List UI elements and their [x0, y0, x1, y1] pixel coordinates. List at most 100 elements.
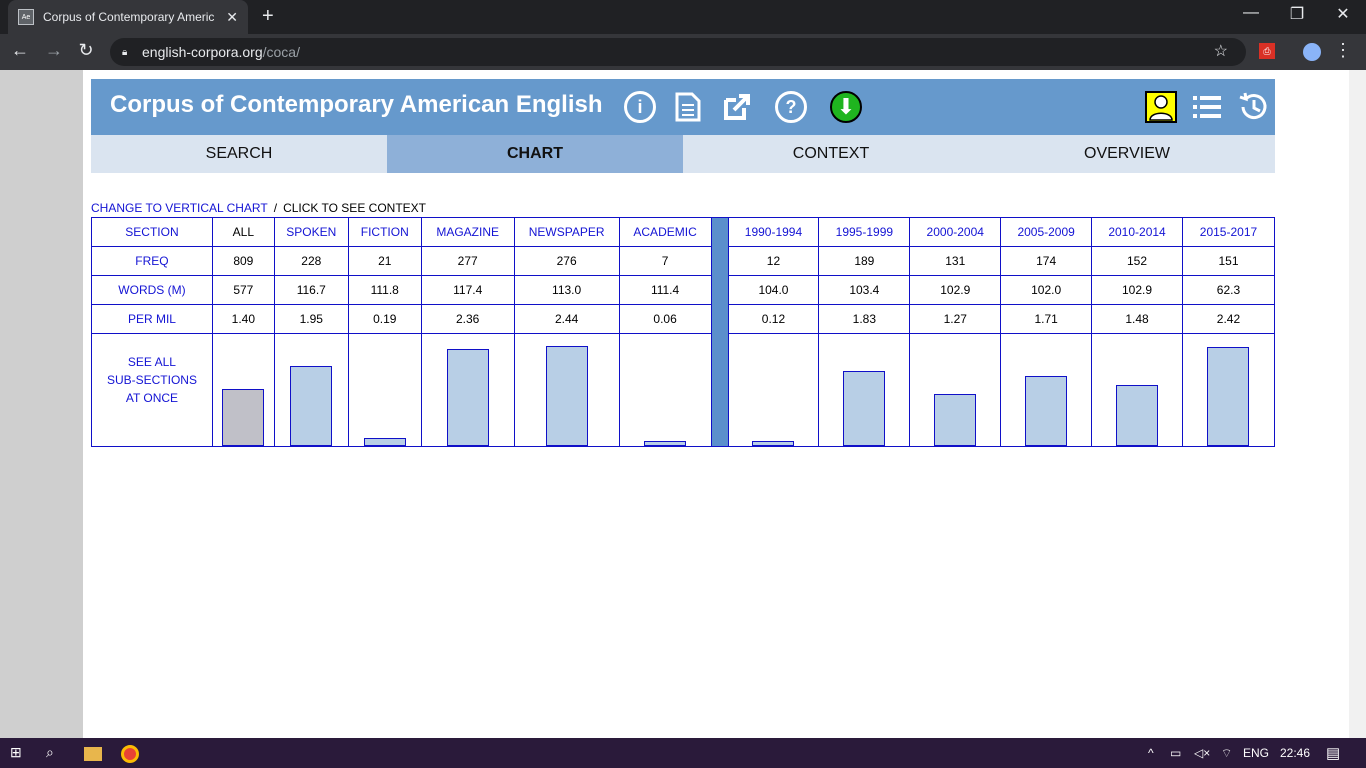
bar-fiction[interactable]	[363, 438, 406, 446]
freq-cell: 276	[513, 246, 620, 276]
bar-cell	[1181, 333, 1276, 447]
per-mil-cell: 0.19	[347, 304, 422, 334]
section-1990-1994[interactable]: 1990-1994	[727, 217, 820, 247]
help-icon[interactable]: ?	[775, 91, 807, 123]
section-2015-2017[interactable]: 2015-2017	[1181, 217, 1276, 247]
minimize-icon[interactable]: —	[1228, 4, 1274, 22]
bar-2015-2017[interactable]	[1207, 347, 1250, 446]
new-tab-icon[interactable]: +	[262, 5, 274, 28]
language-indicator[interactable]: ENG	[1243, 746, 1269, 760]
bar-2000-2004[interactable]	[934, 394, 977, 446]
per-mil-row: PER MIL 1.40 1.95 0.19 2.36 2.44 0.06 0.…	[91, 304, 1276, 334]
bar-cell	[211, 333, 275, 447]
tab-chart[interactable]: CHART	[387, 135, 683, 173]
forward-icon[interactable]: →	[42, 40, 66, 61]
back-icon[interactable]: ←	[8, 40, 32, 61]
see-all-subsections-link[interactable]: SEE ALL SUB-SECTIONS AT ONCE	[91, 333, 213, 447]
file-explorer-icon[interactable]	[84, 747, 102, 761]
freq-cell: 277	[420, 246, 515, 276]
bar-cell	[513, 333, 620, 447]
pdf-extension-icon[interactable]: ⎙	[1259, 43, 1275, 59]
section-divider	[710, 217, 729, 447]
words-cell: 103.4	[818, 275, 911, 305]
notifications-icon[interactable]: ▤	[1326, 744, 1340, 762]
bar-cell	[727, 333, 820, 447]
section-2010-2014[interactable]: 2010-2014	[1091, 217, 1183, 247]
browser-title-bar: Ae Corpus of Contemporary Americ ✕ + — ❐…	[0, 0, 1366, 34]
lock-icon: 🔒︎	[122, 46, 128, 58]
section-spoken[interactable]: SPOKEN	[273, 217, 349, 247]
freq-cell: 228	[273, 246, 349, 276]
bar-magazine[interactable]	[446, 349, 489, 446]
per-mil-cell: 1.48	[1091, 304, 1183, 334]
volume-icon[interactable]: ◁×	[1194, 746, 1210, 760]
bookmark-star-icon[interactable]: ☆	[1214, 41, 1228, 61]
tab-overview[interactable]: OVERVIEW	[979, 135, 1275, 173]
chrome-icon[interactable]	[121, 745, 139, 763]
tab-search[interactable]: SEARCH	[91, 135, 387, 173]
bar-academic[interactable]	[644, 441, 687, 446]
search-icon[interactable]: ⌕	[46, 744, 54, 761]
document-icon[interactable]	[672, 91, 704, 123]
section-1995-1999[interactable]: 1995-1999	[818, 217, 911, 247]
tab-context[interactable]: CONTEXT	[683, 135, 979, 173]
bar-cell	[420, 333, 515, 447]
restore-icon[interactable]: ❐	[1274, 4, 1320, 24]
download-icon[interactable]: ⬇	[830, 91, 862, 123]
freq-cell: 152	[1091, 246, 1183, 276]
words-cell: 104.0	[727, 275, 820, 305]
per-mil-cell: 1.83	[818, 304, 911, 334]
words-cell: 102.9	[909, 275, 1002, 305]
reload-icon[interactable]: ↻	[74, 40, 98, 61]
battery-icon[interactable]: ▭	[1170, 746, 1181, 760]
clock[interactable]: 22:46	[1280, 746, 1310, 760]
words-cell: 577	[211, 275, 275, 305]
freq-cell: 809	[211, 246, 275, 276]
row-label-section: SECTION	[91, 217, 213, 247]
close-window-icon[interactable]: ✕	[1320, 4, 1366, 24]
section-fiction[interactable]: FICTION	[347, 217, 422, 247]
page-scrollbar[interactable]	[1349, 70, 1366, 738]
section-magazine[interactable]: MAGAZINE	[420, 217, 515, 247]
bar-2005-2009[interactable]	[1025, 376, 1068, 446]
tray-chevron-icon[interactable]: ^	[1148, 746, 1154, 760]
vertical-chart-link[interactable]: CHANGE TO VERTICAL CHART	[91, 201, 268, 215]
section-2005-2009[interactable]: 2005-2009	[1000, 217, 1093, 247]
section-2000-2004[interactable]: 2000-2004	[909, 217, 1002, 247]
network-icon[interactable]: ⌔	[1221, 746, 1232, 761]
profile-avatar-icon[interactable]	[1303, 43, 1321, 61]
section-newspaper[interactable]: NEWSPAPER	[513, 217, 620, 247]
history-icon[interactable]	[1237, 91, 1269, 123]
words-row: WORDS (M) 577 116.7 111.8 117.4 113.0 11…	[91, 275, 1276, 305]
address-bar[interactable]: 🔒︎ english-corpora.org/coca/ ☆	[110, 38, 1246, 66]
per-mil-cell: 0.06	[618, 304, 712, 334]
user-icon[interactable]	[1145, 91, 1177, 123]
bar-all	[222, 389, 265, 446]
section-academic[interactable]: ACADEMIC	[618, 217, 712, 247]
windows-taskbar: ⊞ ⌕ ^ ▭ ◁× ⌔ ENG 22:46 ▤	[0, 738, 1366, 768]
bar-spoken[interactable]	[290, 366, 333, 446]
bar-newspaper[interactable]	[545, 346, 588, 446]
chart-options: CHANGE TO VERTICAL CHART / CLICK TO SEE CO…	[91, 201, 426, 215]
tab-close-icon[interactable]: ✕	[226, 9, 238, 26]
site-title[interactable]: Corpus of Contemporary American English	[110, 91, 603, 119]
bar-1990-1994[interactable]	[752, 441, 795, 446]
bar-2010-2014[interactable]	[1116, 385, 1159, 446]
freq-cell: 151	[1181, 246, 1276, 276]
frequency-chart-table: SECTION ALL SPOKEN FICTION MAGAZINE NEWS…	[91, 217, 1276, 447]
words-cell: 62.3	[1181, 275, 1276, 305]
info-icon[interactable]: i	[624, 91, 656, 123]
browser-tab[interactable]: Ae Corpus of Contemporary Americ ✕	[8, 0, 248, 34]
bar-1995-1999[interactable]	[843, 371, 886, 446]
per-mil-cell: 2.44	[513, 304, 620, 334]
site-favicon-icon: Ae	[18, 9, 34, 25]
windows-start-icon[interactable]: ⊞	[10, 744, 22, 761]
list-icon[interactable]	[1191, 91, 1223, 123]
row-label-words: WORDS (M)	[91, 275, 213, 305]
browser-menu-icon[interactable]: ⋮	[1334, 40, 1352, 61]
section-all: ALL	[211, 217, 275, 247]
words-cell: 111.8	[347, 275, 422, 305]
external-link-icon[interactable]	[721, 91, 753, 123]
bar-cell	[273, 333, 349, 447]
per-mil-cell: 1.95	[273, 304, 349, 334]
